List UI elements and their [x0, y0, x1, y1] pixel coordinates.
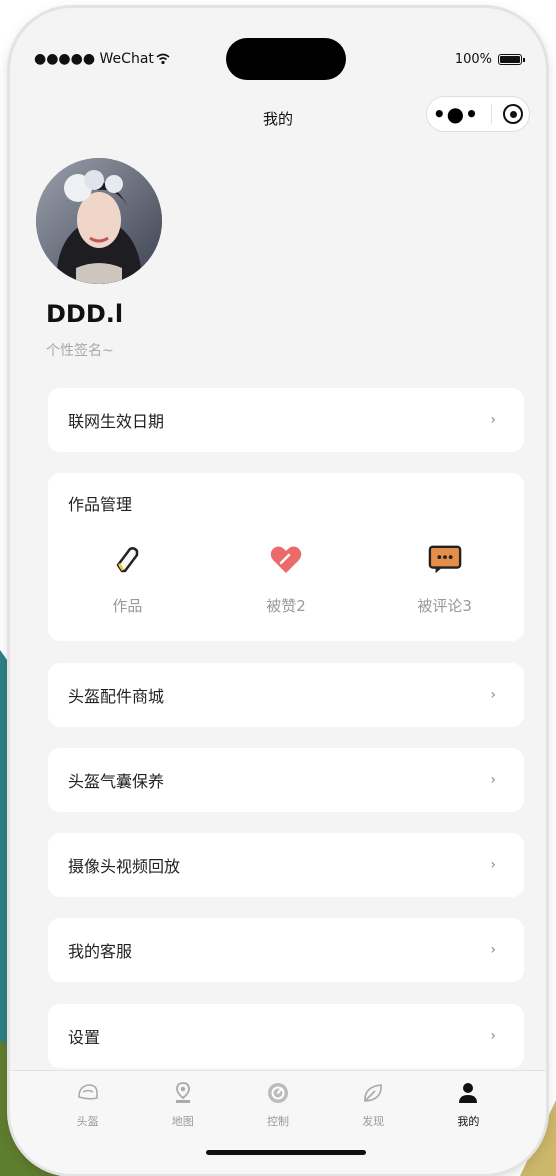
chevron-right-icon: ›	[490, 772, 496, 788]
heart-icon	[269, 543, 303, 577]
works-item-label: 作品	[112, 597, 143, 615]
chevron-right-icon: ›	[490, 942, 496, 958]
works-item-comments[interactable]: 被评论3	[385, 543, 505, 616]
person-icon	[456, 1081, 480, 1105]
mini-program-capsule: •●•	[426, 96, 530, 132]
capsule-divider	[490, 104, 492, 124]
leaf-icon	[361, 1081, 385, 1105]
chevron-right-icon: ›	[490, 857, 496, 873]
avatar-image	[36, 158, 162, 284]
tab-label: 发现	[362, 1115, 385, 1128]
menu-label: 我的客服	[68, 942, 133, 961]
menu-label: 摄像头视频回放	[68, 857, 181, 876]
map-pin-icon	[171, 1081, 195, 1105]
tab-discover[interactable]: 发现	[338, 1081, 408, 1129]
menu-label: 头盔配件商城	[68, 687, 165, 706]
tab-label: 控制	[266, 1115, 289, 1128]
pencil-icon	[110, 543, 144, 577]
menu-camera-replay[interactable]: 摄像头视频回放 ›	[48, 833, 524, 897]
menu-airbag-care[interactable]: 头盔气囊保养 ›	[48, 748, 524, 812]
menu-label: 头盔气囊保养	[68, 772, 165, 791]
menu-helmet-shop[interactable]: 头盔配件商城 ›	[48, 663, 524, 727]
username: DDD.l	[46, 300, 124, 328]
chevron-right-icon: ›	[490, 687, 496, 703]
avatar[interactable]	[36, 158, 162, 284]
more-icon[interactable]: •●•	[433, 104, 479, 124]
comment-icon	[428, 543, 462, 577]
tab-control[interactable]: 控制	[243, 1081, 313, 1129]
chevron-right-icon: ›	[490, 1028, 496, 1044]
tab-label: 地图	[171, 1115, 194, 1128]
home-indicator[interactable]	[206, 1150, 366, 1155]
battery-icon	[498, 53, 525, 65]
tab-map[interactable]: 地图	[148, 1081, 218, 1129]
works-item-label: 被赞2	[266, 597, 306, 615]
menu-customer-service[interactable]: 我的客服 ›	[48, 918, 524, 982]
works-title: 作品管理	[68, 495, 133, 514]
menu-label: 联网生效日期	[68, 412, 165, 431]
dynamic-island	[226, 38, 346, 80]
signature[interactable]: 个性签名~	[46, 340, 114, 360]
phone-frame: ●●●●● WeChat 100% 我的 •●• DDD.l 个性签名~ 联网生…	[10, 8, 546, 1174]
works-item-likes[interactable]: 被赞2	[226, 543, 346, 616]
status-carrier: ●●●●● WeChat	[34, 51, 170, 67]
menu-network-date[interactable]: 联网生效日期 ›	[48, 388, 524, 452]
tab-label: 头盔	[76, 1115, 99, 1128]
works-management-card: 作品管理 作品 被赞2 被评论3	[48, 473, 524, 641]
menu-settings[interactable]: 设置 ›	[48, 1004, 524, 1068]
status-battery: 100%	[454, 51, 525, 67]
carrier-label: ●●●●● WeChat	[34, 51, 154, 67]
battery-percent: 100%	[454, 51, 492, 67]
helmet-icon	[76, 1081, 100, 1105]
control-dial-icon	[266, 1081, 290, 1105]
works-item-label: 被评论3	[417, 597, 472, 615]
tab-mine[interactable]: 我的	[433, 1081, 503, 1129]
tab-helmet[interactable]: 头盔	[53, 1081, 123, 1129]
close-target-icon[interactable]	[503, 104, 524, 124]
works-item-works[interactable]: 作品	[67, 543, 187, 616]
wifi-icon	[156, 53, 170, 65]
chevron-right-icon: ›	[490, 412, 496, 428]
tab-bar: 头盔 地图 控制 发现 我的	[10, 1070, 546, 1174]
tab-label: 我的	[457, 1115, 480, 1128]
menu-label: 设置	[68, 1028, 101, 1047]
